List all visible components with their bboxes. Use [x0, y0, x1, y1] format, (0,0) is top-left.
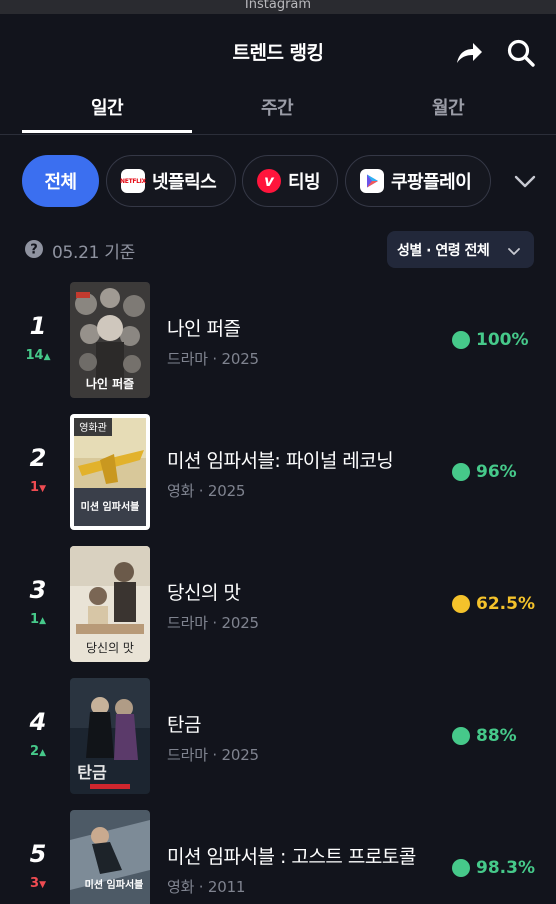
- rank-number: 4: [29, 708, 47, 736]
- poster-image: 나인 퍼즐: [70, 282, 150, 398]
- chip-netflix-label: 넷플릭스: [152, 172, 217, 193]
- status-bar: Instagram: [0, 0, 556, 14]
- genre-year: 영화 · 2011: [167, 878, 246, 896]
- score: 98.3%: [452, 858, 535, 878]
- ranking-item[interactable]: 4 2▲ 탄금 탄금 드라마 · 2025 88%: [0, 678, 556, 796]
- score: 88%: [452, 726, 517, 746]
- svg-text:미션 임파서블: 미션 임파서블: [85, 878, 144, 891]
- score: 96%: [452, 462, 517, 482]
- poster-image: 탄금: [70, 678, 150, 794]
- coupang-play-logo-icon: [360, 169, 384, 193]
- score: 100%: [452, 330, 529, 350]
- score-value: 96%: [476, 462, 517, 482]
- title: 나인 퍼즐: [167, 318, 241, 340]
- header: 트렌드 랭킹: [0, 14, 556, 90]
- svg-text:영화관: 영화관: [79, 422, 107, 434]
- rank-change: 1▼: [30, 480, 46, 495]
- score-indicator-icon: [452, 463, 470, 481]
- chevron-down-icon: [507, 243, 521, 255]
- chip-netflix[interactable]: NETFLIX 넷플릭스: [106, 155, 236, 207]
- title: 미션 임파서블: 파이널 레코닝: [167, 450, 394, 472]
- chip-tving-label: 티빙: [288, 172, 321, 193]
- score: 62.5%: [452, 594, 535, 614]
- netflix-logo-icon: NETFLIX: [120, 169, 146, 193]
- chip-all[interactable]: 전체: [22, 155, 99, 207]
- ranking-item[interactable]: 2 1▼ 영화관 미션 임파서블 미션 임파서블: 파이널 레코닝 영화 · 2…: [0, 414, 556, 532]
- poster-image: 영화관 미션 임파서블: [70, 414, 150, 530]
- rank-number: 3: [29, 576, 47, 604]
- tving-logo-icon: v: [257, 169, 281, 193]
- genre-year: 드라마 · 2025: [167, 614, 259, 632]
- ranking-item[interactable]: 3 1▲ 당신의 맛 당신의 맛 드라마 · 2025 62.5%: [0, 546, 556, 664]
- rank-change: 3▼: [30, 876, 46, 891]
- score-value: 98.3%: [476, 858, 535, 878]
- title: 미션 임파서블 : 고스트 프로토콜: [167, 846, 416, 868]
- ranking-item[interactable]: 1 14▲ 나인 퍼즐 나인 퍼즐 드라마 · 2025 100%: [0, 282, 556, 400]
- score-value: 100%: [476, 330, 529, 350]
- svg-text:?: ?: [30, 243, 38, 258]
- genre-year: 드라마 · 2025: [167, 746, 259, 764]
- tab-monthly[interactable]: 월간: [362, 94, 534, 132]
- svg-text:나인 퍼즐: 나인 퍼즐: [86, 376, 134, 391]
- score-indicator-icon: [452, 331, 470, 349]
- ranking-item[interactable]: 5 3▼ 미션 임파서블 미션 임파서블 : 고스트 프로토콜 영화 · 201…: [0, 810, 556, 904]
- svg-text:당신의 맛: 당신의 맛: [86, 641, 134, 655]
- rank-change: 2▲: [30, 744, 46, 759]
- score-indicator-icon: [452, 727, 470, 745]
- share-icon[interactable]: [454, 38, 484, 68]
- tab-weekly[interactable]: 주간: [192, 94, 362, 132]
- genre-year: 드라마 · 2025: [167, 350, 259, 368]
- rank-change: 1▲: [30, 612, 46, 627]
- genre-year: 영화 · 2025: [167, 482, 246, 500]
- date-label: 05.21 기준: [52, 243, 135, 263]
- poster-image: 미션 임파서블: [70, 810, 150, 904]
- tab-daily[interactable]: 일간: [22, 94, 192, 132]
- score-indicator-icon: [452, 859, 470, 877]
- chip-coupang-play-label: 쿠팡플레이: [391, 172, 472, 193]
- title: 탄금: [167, 714, 201, 736]
- chip-tving[interactable]: v 티빙: [242, 155, 338, 207]
- trend-ranking-screen: Instagram 트렌드 랭킹 일간 주간 월간 전체 NETFLIX 넷플릭…: [0, 0, 556, 904]
- chip-coupang-play[interactable]: 쿠팡플레이: [345, 155, 491, 207]
- help-icon[interactable]: ?: [24, 239, 44, 259]
- date-filter-row: ? 05.21 기준 성별 · 연령 전체: [0, 230, 556, 270]
- rank-number: 1: [29, 312, 47, 340]
- active-tab-indicator: [22, 130, 192, 133]
- search-icon[interactable]: [506, 38, 536, 68]
- score-indicator-icon: [452, 595, 470, 613]
- filter-label: 성별 · 연령 전체: [397, 242, 490, 259]
- chip-all-label: 전체: [44, 172, 77, 193]
- chevron-down-icon[interactable]: [512, 170, 538, 192]
- svg-text:미션 임파서블: 미션 임파서블: [81, 500, 140, 513]
- title: 당신의 맛: [167, 582, 241, 604]
- score-value: 62.5%: [476, 594, 535, 614]
- svg-text:탄금: 탄금: [77, 763, 107, 782]
- period-tabs: 일간 주간 월간: [0, 90, 556, 135]
- platform-filter-chips: 전체 NETFLIX 넷플릭스 v 티빙 쿠팡플레이: [0, 154, 556, 210]
- gender-age-filter-button[interactable]: 성별 · 연령 전체: [387, 231, 534, 268]
- rank-change: 14▲: [25, 348, 51, 363]
- rank-number: 5: [29, 840, 47, 868]
- score-value: 88%: [476, 726, 517, 746]
- status-bar-app-name: Instagram: [244, 0, 312, 12]
- rank-number: 2: [29, 444, 47, 472]
- poster-image: 당신의 맛: [70, 546, 150, 662]
